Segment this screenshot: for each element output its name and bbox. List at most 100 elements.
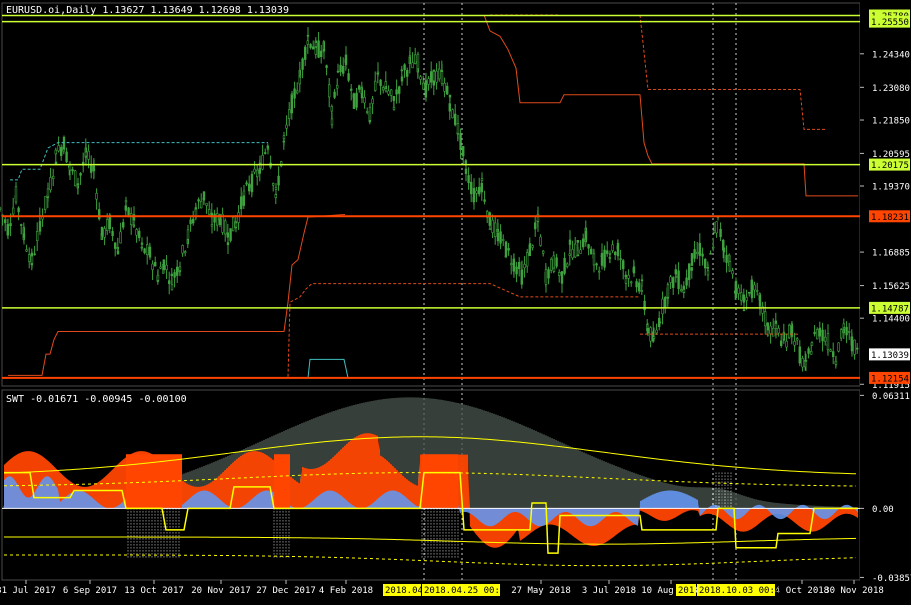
x-tick-label: 13 Oct 2017	[124, 586, 184, 596]
candle-body	[815, 329, 819, 340]
candle-body	[774, 323, 778, 329]
candle-body	[671, 277, 675, 288]
candle-body	[376, 71, 380, 74]
candle-body	[43, 196, 47, 210]
candle-body	[790, 325, 794, 337]
candle-body	[306, 40, 309, 45]
candle-body	[255, 169, 259, 178]
candle-body	[392, 95, 395, 101]
candle-body	[35, 231, 39, 241]
candle-body	[295, 90, 299, 94]
candle-body	[690, 267, 694, 271]
candle-body	[184, 251, 187, 254]
candle-body	[509, 263, 513, 265]
candle-body	[363, 96, 366, 104]
candle-body	[437, 68, 441, 80]
candle-body	[435, 70, 438, 83]
candle-body	[845, 326, 848, 336]
candle-body	[285, 124, 288, 129]
candle-body	[387, 90, 390, 95]
candle-body	[809, 351, 813, 355]
candle-body	[138, 230, 141, 238]
candle-body	[698, 250, 702, 256]
candle-body	[19, 224, 23, 226]
candle-body	[605, 250, 609, 254]
candle-body	[568, 239, 572, 245]
candle-body	[373, 80, 377, 91]
candle-body	[715, 221, 718, 234]
candle-body	[666, 284, 670, 298]
candle-body	[405, 70, 409, 77]
candle-body	[734, 280, 738, 298]
candle-body	[750, 281, 754, 298]
candle-body	[54, 149, 58, 155]
candle-body	[124, 200, 128, 203]
candle-body	[695, 251, 699, 255]
candle-body	[248, 183, 251, 192]
candle-body	[785, 340, 788, 348]
price-chart[interactable]: 1.24340 1.23080 1.21850 1.20595 1.19370 1.168…	[0, 0, 911, 601]
candle-body	[533, 222, 537, 230]
candle-body	[176, 266, 179, 276]
candle-body	[411, 62, 414, 69]
candle-body	[314, 42, 318, 47]
candle-body	[475, 190, 478, 194]
candle-body	[17, 207, 20, 213]
candle-body	[592, 253, 596, 266]
candle-body	[237, 212, 240, 223]
level-tag-label: 1.12154	[871, 374, 909, 384]
candle-body	[512, 260, 516, 269]
candle-body	[459, 133, 462, 150]
candle-body	[709, 253, 712, 255]
candle-body	[339, 64, 342, 73]
candle-body	[168, 280, 171, 284]
candle-body	[122, 222, 125, 228]
candle-body	[200, 201, 203, 209]
candle-body	[725, 254, 728, 263]
candle-body	[419, 76, 422, 80]
candle-body	[831, 351, 835, 357]
candle-body	[613, 251, 617, 256]
candle-body	[213, 213, 216, 223]
candle-body	[327, 84, 331, 98]
candle-body	[839, 329, 843, 339]
candle-body	[311, 46, 315, 50]
candle-body	[777, 327, 780, 334]
candle-body	[711, 246, 715, 249]
candle-body	[130, 213, 133, 225]
candle-body	[178, 266, 182, 271]
x-highlight-label: 2018.10.03 00:00	[699, 586, 786, 596]
candle-body	[722, 247, 726, 253]
candle-body	[384, 88, 388, 92]
candle-body	[114, 242, 117, 249]
candle-body	[309, 44, 312, 48]
x-highlight-label: 2018.04	[385, 586, 423, 596]
candle-body	[499, 231, 502, 244]
candle-body	[597, 270, 601, 273]
candle-body	[344, 54, 348, 65]
candle-body	[119, 231, 122, 244]
candle-body	[771, 327, 775, 337]
candle-body	[739, 292, 743, 301]
candle-body	[98, 209, 101, 220]
level-tag-label: 1.20175	[871, 161, 909, 171]
candle-body	[687, 263, 691, 281]
candle-body	[92, 168, 96, 171]
candle-body	[365, 111, 369, 113]
candle-body	[728, 261, 732, 272]
candle-body	[798, 350, 802, 352]
y-tick-label: 1.24340	[872, 50, 910, 60]
candle-body	[397, 86, 401, 94]
swt-block	[274, 454, 290, 509]
candle-body	[769, 325, 772, 334]
candle-body	[12, 207, 15, 215]
indicator-header: SWT -0.01671 -0.00945 -0.00100	[6, 394, 187, 405]
candle-body	[208, 209, 211, 215]
candle-body	[389, 89, 393, 96]
candle-body	[834, 360, 838, 365]
candle-body	[68, 164, 72, 171]
candle-body	[22, 233, 26, 238]
y-tick-label: 1.16885	[872, 249, 910, 259]
candle-body	[277, 175, 280, 186]
x-tick-label: 4 Feb 2018	[319, 586, 373, 596]
